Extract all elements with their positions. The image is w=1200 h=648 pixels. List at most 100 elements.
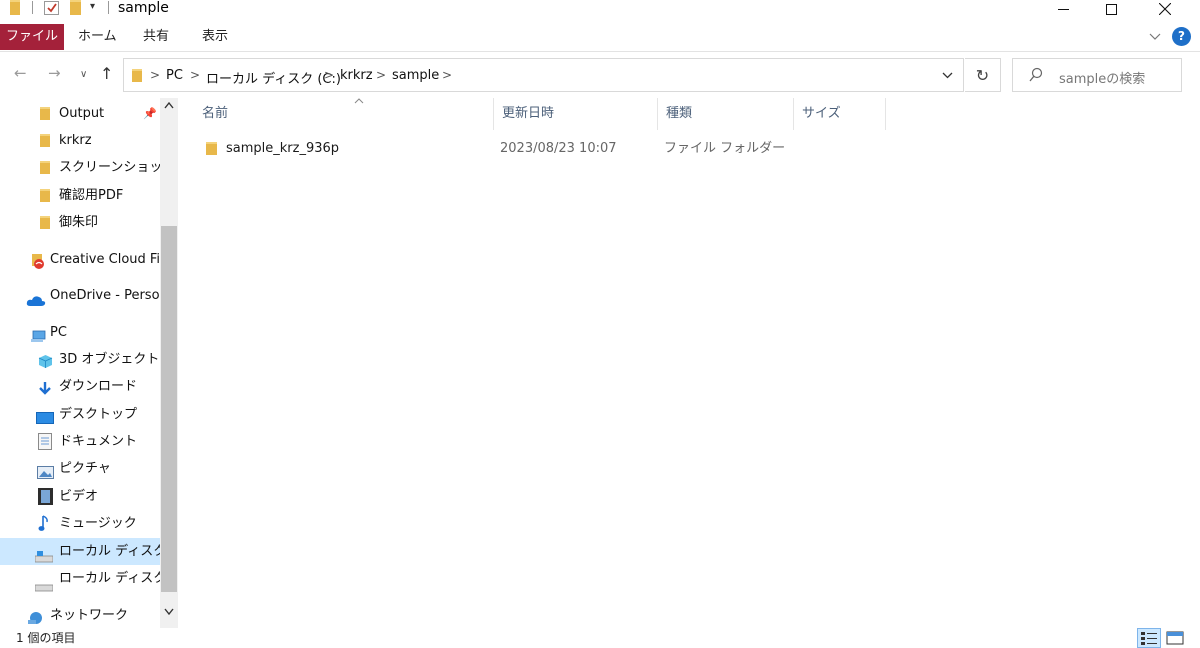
nav-item-label: ダウンロード [59,379,138,394]
nav-item-label: PC [50,325,67,340]
network-icon [26,608,46,624]
file-modified: 2023/08/23 10:07 [500,141,617,156]
folder-icon [40,216,50,229]
folder-icon [206,142,217,155]
tab-share[interactable]: 共有 [143,24,169,50]
nav-item-downloads[interactable]: ダウンロード [0,373,160,400]
file-list: 名前 更新日時 種類 サイズ sample_krz_936p 2023/08/2… [180,98,1200,628]
tab-home[interactable]: ホーム [78,24,117,50]
nav-item-label: 確認用PDF [59,188,124,203]
recent-locations-chevron-icon[interactable]: ∨ [80,69,87,80]
breadcrumb-chevron-icon[interactable]: > [324,68,334,82]
pc-icon [30,326,46,342]
details-view-button[interactable] [1137,628,1161,648]
column-header-type[interactable]: 種類 [658,98,794,130]
nav-item-krkrz[interactable]: krkrz [0,127,160,154]
folder-icon [40,107,50,120]
breadcrumb-chevron-icon[interactable]: > [376,68,386,82]
nav-item-label: ローカル ディスク (D:) [59,571,160,586]
nav-item-label: ネットワーク [50,608,129,623]
new-folder-icon[interactable] [70,0,81,15]
nav-item-documents[interactable]: ドキュメント [0,428,160,455]
item-count: 1 個の項目 [16,631,76,645]
nav-item-pdf[interactable]: 確認用PDF [0,182,160,209]
nav-item-output[interactable]: Output 📌 [0,100,160,127]
breadcrumb-chevron-icon[interactable]: > [150,68,160,82]
file-row[interactable]: sample_krz_936p 2023/08/23 10:07 ファイル フォ… [196,136,876,162]
ribbon: ファイル ホーム 共有 表示 ? [0,22,1200,52]
folder-icon [40,189,50,202]
nav-item-label: Creative Cloud Files [50,252,160,267]
up-arrow-icon[interactable]: ↑ [100,64,113,83]
document-icon [38,433,52,450]
nav-item-videos[interactable]: ビデオ [0,483,160,510]
nav-item-local-disk-d[interactable]: ローカル ディスク (D:) [0,565,160,592]
title-bar: ▾ sample [0,0,1200,22]
download-icon [38,379,52,395]
nav-item-music[interactable]: ミュージック [0,510,160,537]
address-bar[interactable]: > PC > ローカル ディスク (C:) > krkrz > sample > [123,58,964,92]
minimize-button[interactable] [1040,0,1086,18]
scroll-thumb[interactable] [161,226,177,592]
nav-item-pictures[interactable]: ピクチャ [0,455,160,482]
file-name: sample_krz_936p [226,141,340,156]
forward-arrow-icon[interactable]: → [48,64,61,82]
tab-file[interactable]: ファイル [0,24,64,50]
breadcrumb-krkrz[interactable]: krkrz [340,68,373,83]
nav-item-pc[interactable]: PC [0,319,160,346]
column-header-modified[interactable]: 更新日時 [494,98,658,130]
breadcrumb-chevron-icon[interactable]: > [190,68,200,82]
quick-access-dropdown-icon[interactable]: ▾ [90,1,95,12]
large-icons-view-button[interactable] [1163,628,1187,648]
navigation-pane-scrollbar[interactable] [160,98,178,628]
breadcrumb-chevron-icon[interactable]: > [442,68,452,82]
column-header-label: 更新日時 [502,106,555,121]
column-header-label: サイズ [802,106,841,121]
scroll-up-icon[interactable] [164,101,174,112]
nav-item-network[interactable]: ネットワーク [0,602,160,629]
creative-cloud-icon [30,252,46,269]
address-history-dropdown-icon[interactable] [942,69,953,82]
nav-item-desktop[interactable]: デスクトップ [0,401,160,428]
nav-item-goshuin[interactable]: 御朱印 [0,209,160,236]
nav-item-3d-objects[interactable]: 3D オブジェクト [0,346,160,373]
nav-item-creative-cloud[interactable]: Creative Cloud Files [0,246,160,273]
drive-icon [34,575,54,592]
navigation-bar: ← → ∨ ↑ > PC > ローカル ディスク (C:) > krkrz > … [0,52,1200,98]
refresh-button[interactable]: ↻ [965,58,1001,92]
window-title: sample [118,0,169,16]
drive-icon [34,546,54,563]
nav-item-label: krkrz [59,133,92,148]
search-input[interactable]: sampleの検索 [1012,58,1182,92]
column-header-label: 名前 [202,106,229,121]
column-header-name[interactable]: 名前 [194,98,494,130]
breadcrumb-sample[interactable]: sample [392,68,439,83]
expand-ribbon-icon[interactable] [1149,30,1161,44]
tab-view[interactable]: 表示 [202,24,228,50]
details-view-icon [1141,632,1157,645]
file-type: ファイル フォルダー [664,141,786,156]
maximize-button[interactable] [1088,0,1134,18]
nav-item-label: ビデオ [59,489,99,504]
pin-icon[interactable]: 📌 [143,100,157,127]
navigation-pane: Output 📌 krkrz スクリーンショット 確認用PDF 御朱印 Crea… [0,98,178,628]
help-icon[interactable]: ? [1172,27,1191,46]
folder-icon [40,134,50,147]
close-button[interactable] [1142,0,1188,18]
properties-icon[interactable] [44,1,59,15]
nav-item-local-disk-c[interactable]: ローカル ディスク (C:) [0,538,160,565]
nav-item-screenshots[interactable]: スクリーンショット [0,154,160,181]
nav-item-onedrive[interactable]: OneDrive - Personal [0,282,160,309]
scroll-down-icon[interactable] [164,608,174,618]
sort-ascending-icon [354,86,364,118]
pictures-icon [37,462,54,479]
3d-objects-icon [38,352,53,368]
back-arrow-icon[interactable]: ← [14,64,27,82]
nav-item-label: OneDrive - Personal [50,288,160,303]
column-header-size[interactable]: サイズ [794,98,886,130]
breadcrumb-local-disk-c[interactable]: ローカル ディスク (C:) [206,68,341,87]
breadcrumb-pc[interactable]: PC [166,68,183,83]
music-icon [38,515,50,532]
nav-item-label: ローカル ディスク (C:) [59,544,160,559]
toolbar-divider [108,1,109,14]
